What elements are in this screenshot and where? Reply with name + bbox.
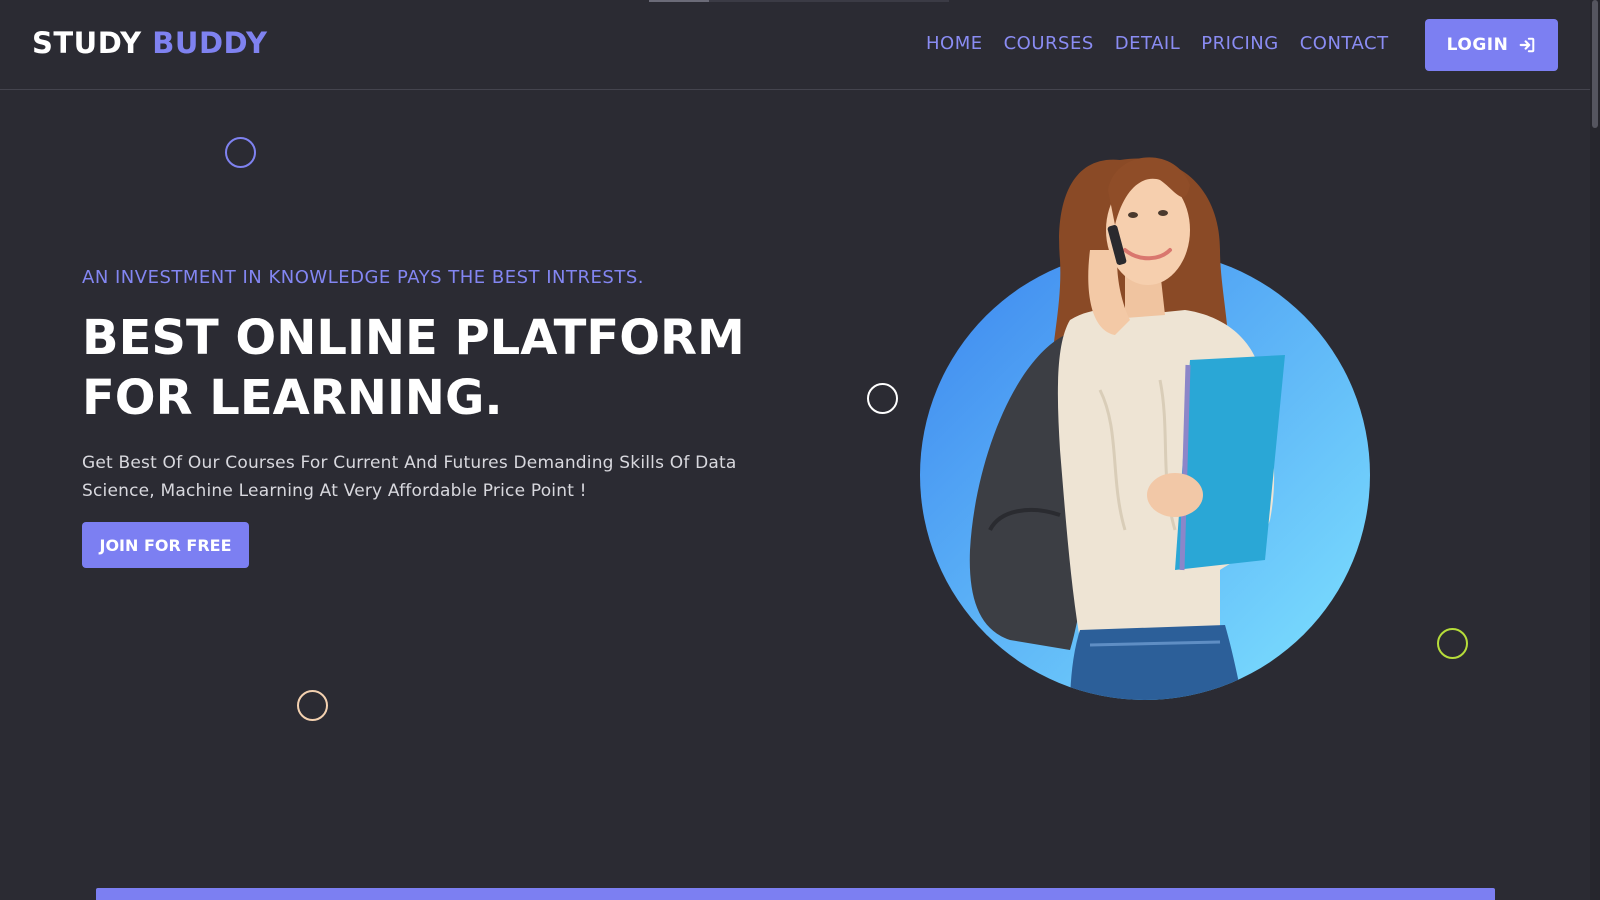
decorative-ring-icon xyxy=(297,690,328,721)
scrollbar-thumb[interactable] xyxy=(1592,0,1598,128)
jeans-shape xyxy=(1070,625,1245,700)
nav-link-courses[interactable]: COURSES xyxy=(1004,33,1094,54)
hero-description: Get Best Of Our Courses For Current And … xyxy=(82,453,737,501)
nav-link-home[interactable]: HOME xyxy=(926,33,983,54)
hero-headline-line-1: BEST ONLINE PLATFORM xyxy=(82,310,745,366)
hero-student-image xyxy=(920,157,1370,700)
nav-item-detail: DETAIL xyxy=(1115,33,1180,54)
navbar: STUDY BUDDY HOME COURSES DETAIL PRICING … xyxy=(0,0,1590,90)
nav-link-contact[interactable]: CONTACT xyxy=(1300,33,1389,54)
decorative-ring-icon xyxy=(867,383,898,414)
hero-tagline: AN INVESTMENT IN KNOWLEDGE PAYS THE BEST… xyxy=(82,267,644,288)
nav-item-home: HOME xyxy=(926,33,983,54)
nav-item-courses: COURSES xyxy=(1004,33,1094,54)
site-logo[interactable]: STUDY BUDDY xyxy=(32,26,267,60)
logo-primary-text: STUDY xyxy=(32,26,142,60)
nav-item-contact: CONTACT xyxy=(1300,33,1389,54)
login-button-label: LOGIN xyxy=(1446,35,1509,55)
join-for-free-button[interactable]: JOIN FOR FREE xyxy=(82,522,249,568)
hero-headline-line-2: FOR LEARNING. xyxy=(82,370,503,426)
logo-accent-text: BUDDY xyxy=(152,26,268,60)
page-scrollbar[interactable] xyxy=(1590,0,1600,900)
login-button[interactable]: LOGIN xyxy=(1425,19,1558,71)
bottom-accent-bar xyxy=(96,888,1495,900)
nav-link-detail[interactable]: DETAIL xyxy=(1115,33,1180,54)
landing-page: STUDY BUDDY HOME COURSES DETAIL PRICING … xyxy=(0,0,1600,900)
decorative-ring-icon xyxy=(225,137,256,168)
main-nav: HOME COURSES DETAIL PRICING CONTACT xyxy=(926,33,1389,54)
decorative-ring-icon xyxy=(1437,628,1468,659)
sign-in-icon xyxy=(1519,37,1535,53)
nav-link-pricing[interactable]: PRICING xyxy=(1201,33,1278,54)
nav-item-pricing: PRICING xyxy=(1201,33,1278,54)
hero-headline: BEST ONLINE PLATFORM FOR LEARNING. xyxy=(82,308,802,428)
